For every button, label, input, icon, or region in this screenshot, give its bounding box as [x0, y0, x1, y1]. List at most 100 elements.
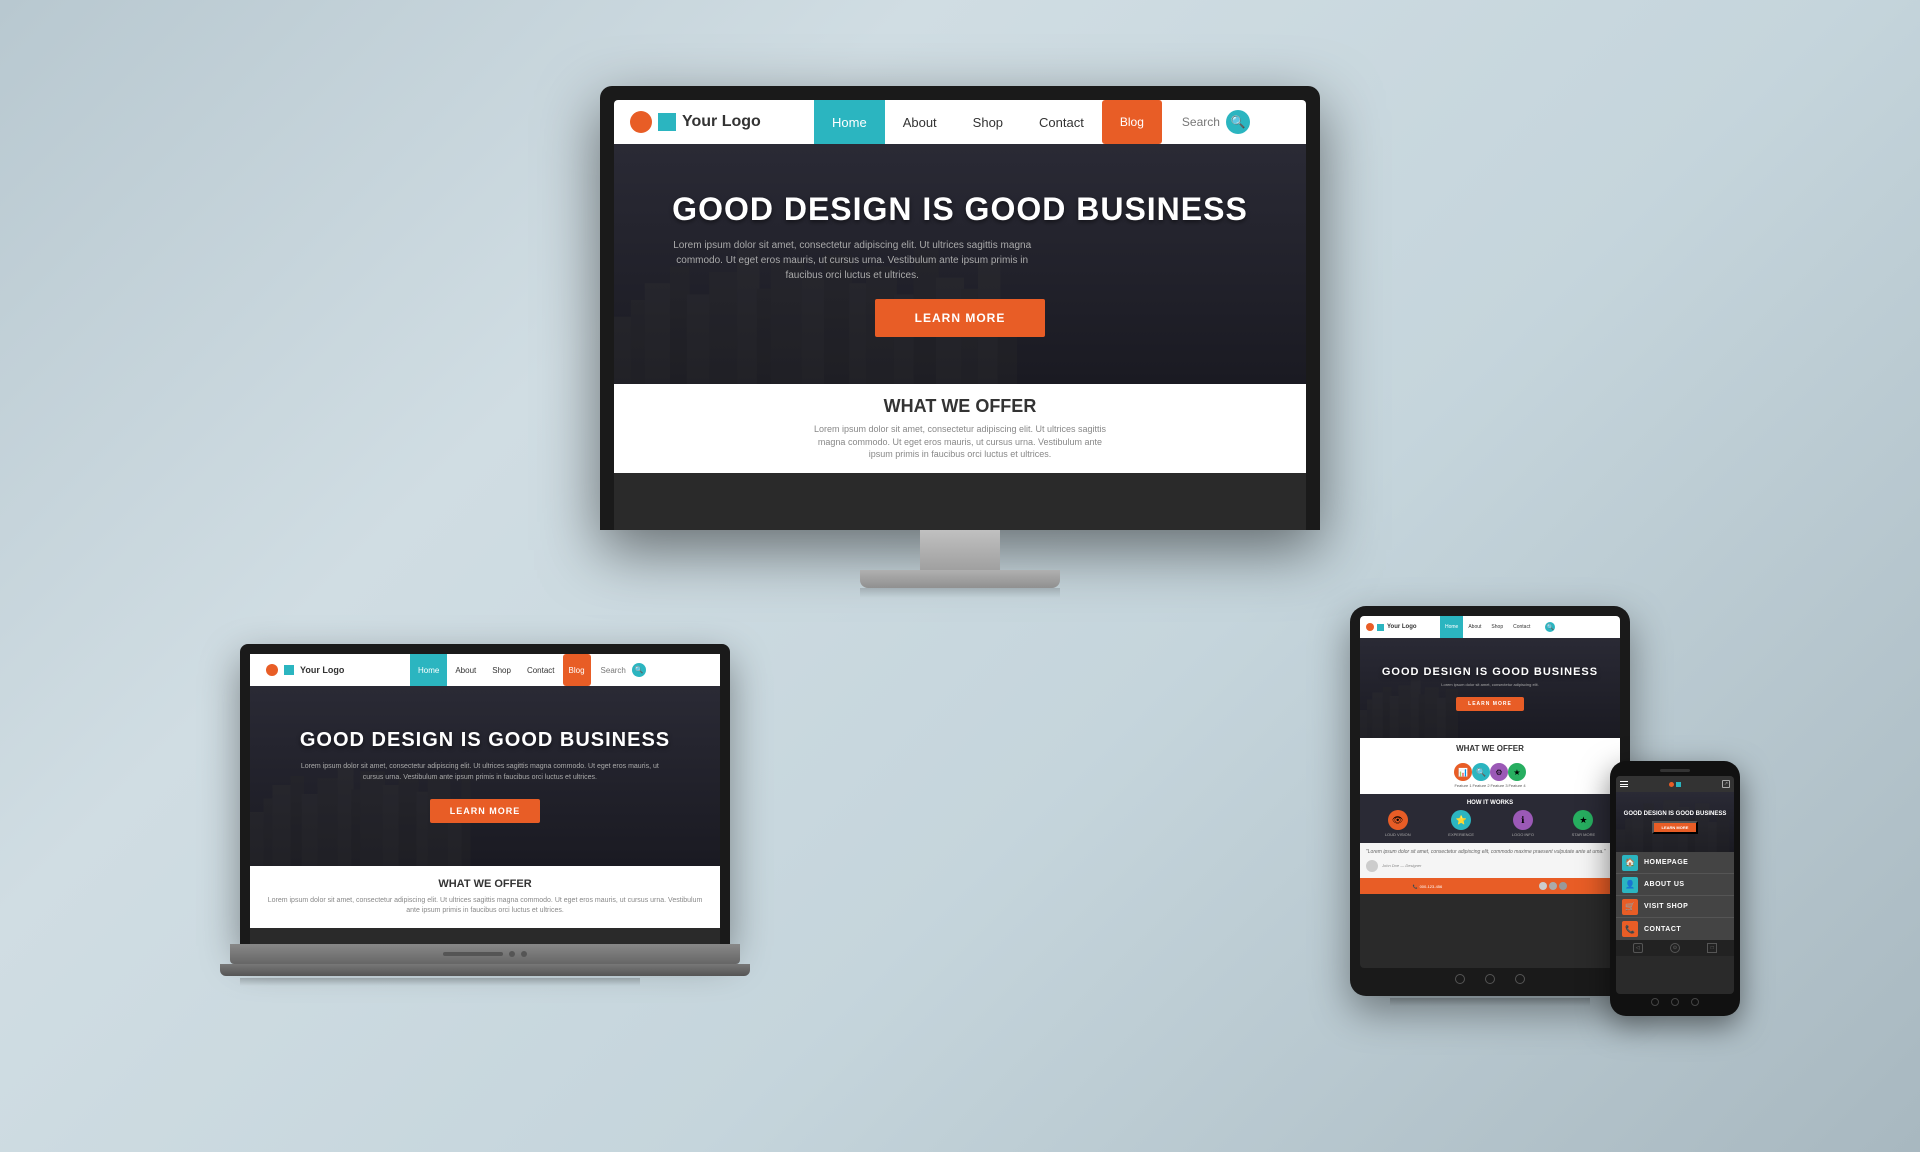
laptop-search-icon[interactable]: 🔍	[632, 663, 646, 677]
tablet-avatar-row	[1539, 882, 1567, 890]
laptop-dot	[509, 951, 515, 957]
hamburger-icon[interactable]	[1620, 781, 1628, 787]
laptop-search-label: Search	[601, 666, 626, 675]
desktop-nav-home[interactable]: Home	[814, 100, 885, 144]
hiw-label-3: LOGO INFO	[1512, 832, 1534, 837]
share-icon[interactable]: ↗	[1722, 780, 1730, 788]
phone-shop-icon: 🛒	[1622, 899, 1638, 915]
laptop-logo-area: Your Logo	[250, 654, 410, 686]
tablet-offer-icon-1: 📊	[1454, 763, 1472, 781]
tablet-logo-area: Your Logo	[1360, 616, 1440, 638]
laptop-learn-more-button[interactable]: LEARN MORE	[430, 799, 541, 823]
phone-icon: 📞	[1413, 884, 1418, 889]
desktop-learn-more-button[interactable]: LEARN MORE	[875, 299, 1046, 337]
user-avatar-1	[1539, 882, 1547, 890]
user-avatar-3	[1559, 882, 1567, 890]
tablet-offer-item-1: 📊 Feature 1	[1454, 763, 1472, 788]
tablet-navbar: Your Logo Home About Shop Contact 🔍	[1360, 616, 1620, 638]
tablet-nav-items: Home About Shop Contact	[1440, 616, 1535, 638]
search-icon[interactable]: 🔍	[1226, 110, 1250, 134]
phone-menu-visit-shop[interactable]: 🛒 VISIT SHOP	[1616, 896, 1734, 918]
phone-menu-icon-symbol: □	[1711, 945, 1714, 951]
phone-about-label: ABOUT US	[1644, 881, 1685, 888]
laptop-nav-contact[interactable]: Contact	[519, 654, 563, 686]
scene-container: Your Logo Home About Shop Contact Blog S…	[160, 86, 1760, 1066]
tablet-back-button[interactable]	[1455, 974, 1465, 984]
hamburger-line-2	[1620, 784, 1628, 785]
desktop-navbar: Your Logo Home About Shop Contact Blog S…	[614, 100, 1306, 144]
laptop-base	[230, 944, 740, 964]
phone-btn-home[interactable]	[1671, 998, 1679, 1006]
phone-menu-about-us[interactable]: 👤 ABOUT US	[1616, 874, 1734, 896]
tablet-how-it-works-icons: 👁 LOUD VISION ⭐ EXPERIENCE ℹ LOGO INFO	[1366, 810, 1614, 837]
phone-btn-apps[interactable]	[1691, 998, 1699, 1006]
laptop-hero-subtitle: Lorem ipsum dolor sit amet, consectetur …	[300, 762, 660, 783]
tablet-home-bar	[1360, 968, 1620, 986]
phone-back-btn[interactable]: ◁	[1633, 943, 1643, 953]
phone: ↗	[1610, 761, 1740, 1016]
author-name-1: John Doe — Designer	[1382, 863, 1421, 869]
logo-square-icon	[658, 113, 676, 131]
laptop-logo-square-icon	[284, 665, 294, 675]
hiw-icon-1: 👁	[1388, 810, 1408, 830]
phone-menu-contact[interactable]: 📞 CONTACT	[1616, 918, 1734, 940]
tablet-offer-item-2: 🔍 Feature 2	[1472, 763, 1490, 788]
laptop-nav-about[interactable]: About	[447, 654, 484, 686]
tablet-nav-shop[interactable]: Shop	[1486, 616, 1508, 638]
tablet-nav-about[interactable]: About	[1463, 616, 1486, 638]
tablet-learn-more-button[interactable]: LEARN MORE	[1456, 697, 1524, 711]
phone-home-btn[interactable]: ⊙	[1670, 943, 1680, 953]
phone-menu-homepage[interactable]: 🏠 HOMEPAGE	[1616, 852, 1734, 874]
phone-outer: ↗	[1610, 761, 1740, 1016]
tablet-nav-home[interactable]: Home	[1440, 616, 1463, 638]
desktop-hero-content: GOOD DESIGN IS GOOD BUSINESS Lorem ipsum…	[652, 171, 1268, 357]
hamburger-line-1	[1620, 781, 1628, 782]
desktop-hero-subtitle: Lorem ipsum dolor sit amet, consectetur …	[672, 238, 1032, 283]
laptop-nav-blog[interactable]: Blog	[563, 654, 591, 686]
desktop-nav-contact[interactable]: Contact	[1021, 100, 1102, 144]
phone-contact-icon: 📞	[1622, 921, 1638, 937]
tablet-home-button[interactable]	[1485, 974, 1495, 984]
phone-homepage-icon: 🏠	[1622, 855, 1638, 871]
monitor-reflection	[860, 588, 1060, 598]
hiw-label-2: EXPERIENCE	[1448, 832, 1474, 837]
desktop-nav-items: Home About Shop Contact Blog	[814, 100, 1162, 144]
hamburger-line-3	[1620, 786, 1628, 787]
laptop-screen-outer: Your Logo Home About Shop Contact Blog S…	[240, 644, 730, 944]
phone-home-bar	[1616, 994, 1734, 1008]
laptop-logo-text: Your Logo	[300, 665, 344, 675]
phone-logo-square-icon	[1676, 782, 1681, 787]
phone-learn-more-button[interactable]: LEARN MORE	[1652, 821, 1699, 834]
author-avatar-1	[1366, 860, 1378, 872]
phone-menu-btn[interactable]: □	[1707, 943, 1717, 953]
tablet-logo-square-icon	[1377, 624, 1384, 631]
laptop-screen: Your Logo Home About Shop Contact Blog S…	[250, 654, 720, 944]
desktop-nav-shop[interactable]: Shop	[955, 100, 1021, 144]
tablet-phone-info: 📞 000-123-456	[1413, 882, 1443, 890]
tablet-offer-label-2: Feature 2	[1472, 783, 1489, 788]
monitor-screen: Your Logo Home About Shop Contact Blog S…	[614, 100, 1306, 530]
tablet-offer-item-3: ⚙ Feature 3	[1490, 763, 1508, 788]
desktop-nav-about[interactable]: About	[885, 100, 955, 144]
laptop-nav-home[interactable]: Home	[410, 654, 447, 686]
laptop-what-we-offer-text: Lorem ipsum dolor sit amet, consectetur …	[262, 896, 708, 916]
phone-about-icon: 👤	[1622, 877, 1638, 893]
hiw-label-1: LOUD VISION	[1385, 832, 1411, 837]
desktop-nav-blog[interactable]: Blog	[1102, 100, 1162, 144]
tablet-testimonial-author: John Doe — Designer	[1366, 860, 1614, 872]
laptop-nav-shop[interactable]: Shop	[484, 654, 519, 686]
desktop-nav-search: Search 🔍	[1172, 100, 1260, 144]
tablet-nav-contact[interactable]: Contact	[1508, 616, 1535, 638]
tablet-menu-button[interactable]	[1515, 974, 1525, 984]
desktop-logo-text: Your Logo	[682, 113, 761, 131]
hiw-icon-3: ℹ	[1513, 810, 1533, 830]
laptop-what-we-offer: WHAT WE OFFER Lorem ipsum dolor sit amet…	[250, 866, 720, 928]
laptop-what-we-offer-title: WHAT WE OFFER	[438, 878, 531, 890]
tablet-search-icon[interactable]: 🔍	[1545, 622, 1555, 632]
hiw-label-4: STAR MORE	[1572, 832, 1595, 837]
tablet-hero: GOOD DESIGN IS GOOD BUSINESS Lorem ipsum…	[1360, 638, 1620, 738]
laptop-vent	[443, 952, 503, 956]
desktop-logo-area: Your Logo	[614, 100, 814, 144]
phone-btn-back[interactable]	[1651, 998, 1659, 1006]
laptop-reflection	[240, 978, 640, 986]
